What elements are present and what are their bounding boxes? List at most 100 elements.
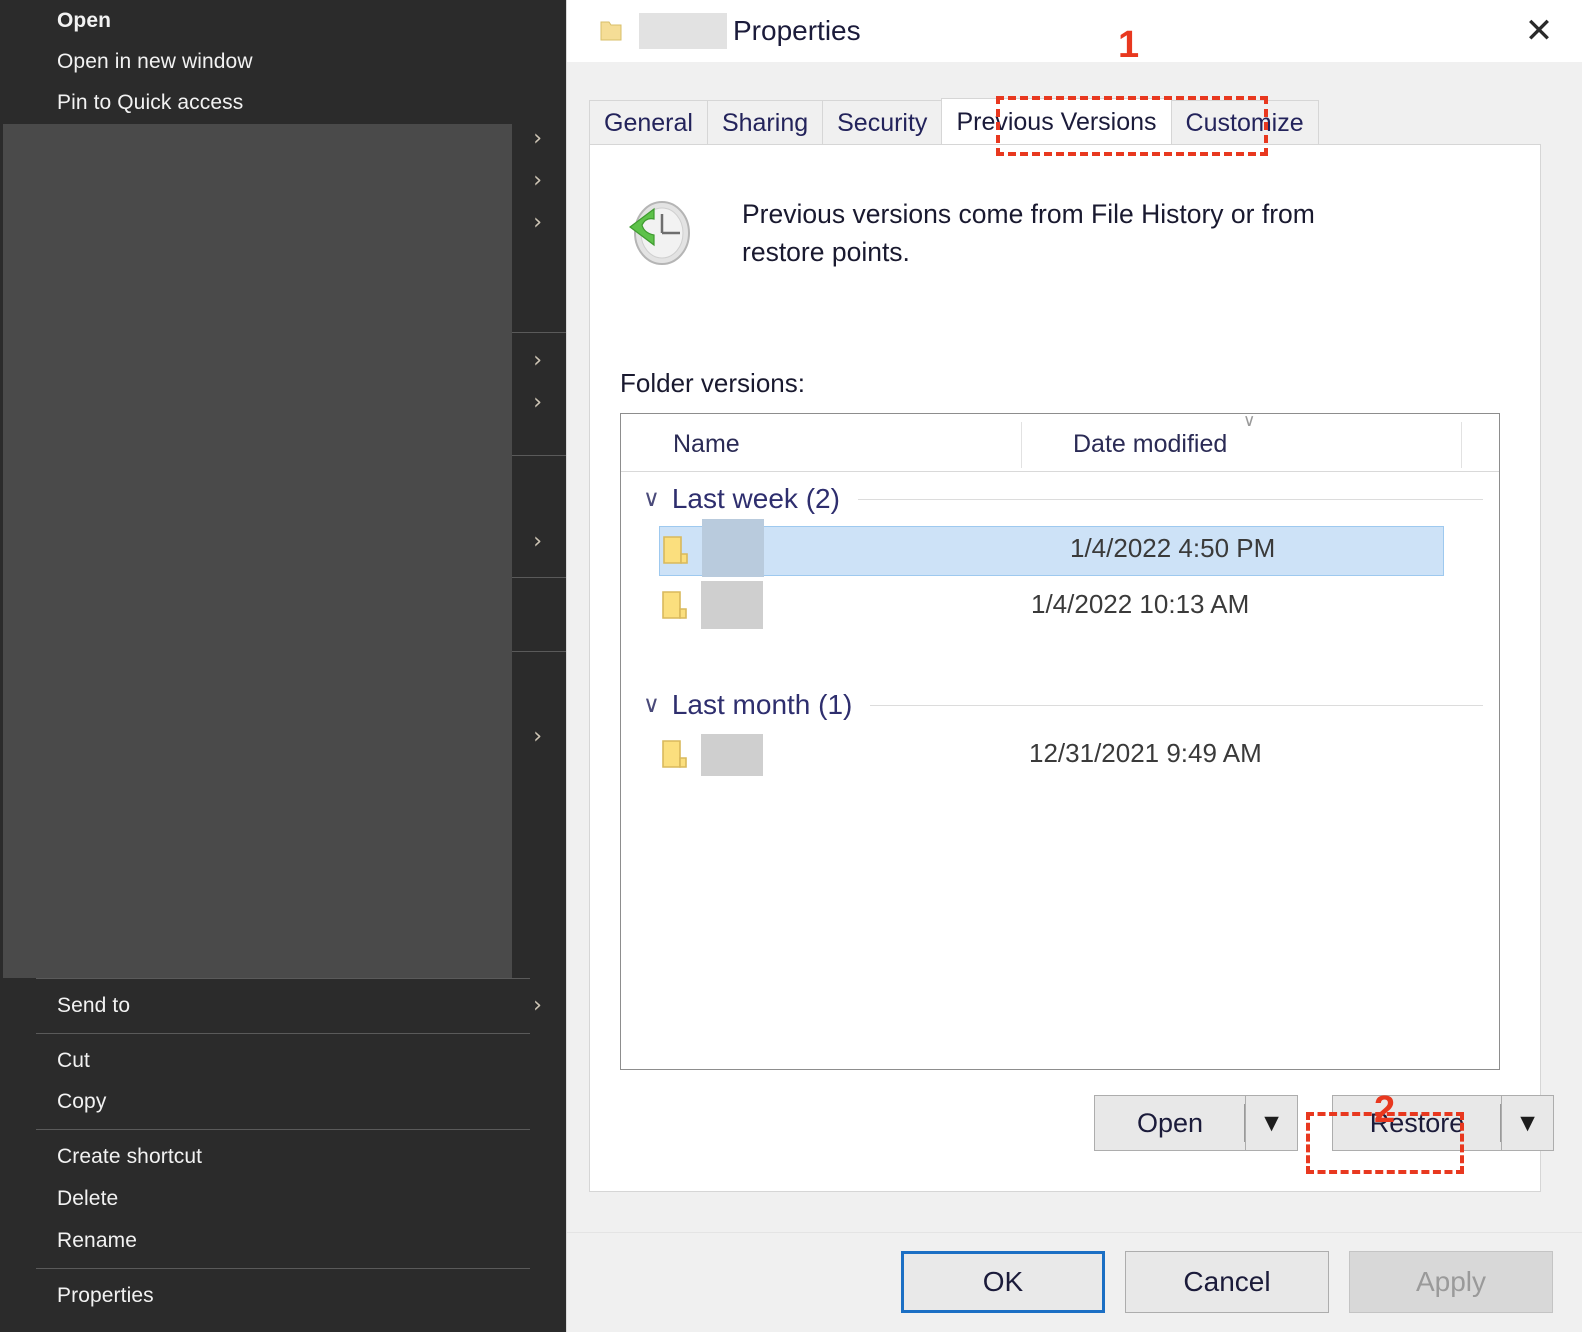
context-menu-item-label: Copy (57, 1090, 107, 1113)
info-description: Previous versions come from File History… (742, 199, 1315, 268)
context-menu-item-create-shortcut[interactable]: Create shortcut (0, 1136, 566, 1178)
chevron-right-icon[interactable]: › (533, 170, 542, 192)
context-menu-item-label: Open (57, 9, 112, 32)
group-rule (857, 498, 1483, 500)
chevron-right-icon[interactable]: › (533, 726, 542, 748)
context-menu-item-label: Open in new window (57, 50, 253, 73)
dialog-titlebar: Properties ✕ (567, 0, 1582, 62)
context-menu-item-delete[interactable]: Delete (0, 1178, 566, 1220)
context-menu-item-label: Create shortcut (57, 1145, 203, 1168)
context-menu-item-open-in-new-window[interactable]: Open in new window (0, 41, 566, 83)
listview-group-header[interactable]: ∨ Last week (2) (621, 472, 1501, 526)
listview-row[interactable]: 1/4/2022 10:13 AM (621, 581, 1501, 634)
tab-label: General (604, 108, 693, 137)
menu-separator (36, 1033, 530, 1034)
chevron-down-icon: ∨ (643, 691, 660, 718)
tab-label: Sharing (721, 108, 809, 137)
folder-icon (598, 18, 624, 44)
menu-separator (36, 1268, 530, 1269)
column-divider[interactable] (1021, 422, 1022, 468)
apply-button: Apply (1349, 1251, 1553, 1313)
listview-row[interactable]: 1/4/2022 4:50 PM (659, 519, 1444, 577)
context-menu-item-cut[interactable]: Cut (0, 1040, 566, 1082)
context-menu-item-open[interactable]: Open (0, 0, 566, 42)
restore-dropdown-arrow-icon[interactable]: ▼ (1502, 1095, 1554, 1151)
context-menu-item-pin-to-quick-access[interactable]: Pin to Quick access (0, 82, 566, 124)
context-menu-item-rename[interactable]: Rename (0, 1220, 566, 1262)
annotation-marker-1: 1 (1118, 24, 1140, 66)
dialog-body: General Sharing Security Previous Versio… (567, 62, 1582, 1232)
context-menu-item-properties[interactable]: Properties (0, 1275, 566, 1317)
version-date-modified: 1/4/2022 10:13 AM (1031, 589, 1250, 619)
split-divider (1244, 1104, 1245, 1142)
tab-general[interactable]: General (589, 100, 708, 145)
context-menu-item-label: Delete (57, 1187, 119, 1210)
redacted-folder-name (639, 13, 727, 49)
menu-separator (512, 332, 566, 333)
chevron-right-icon[interactable]: › (533, 350, 542, 372)
split-divider (1500, 1104, 1501, 1142)
menu-separator (512, 455, 566, 456)
cancel-button-label: Cancel (1183, 1266, 1271, 1297)
chevron-right-icon[interactable]: › (533, 531, 542, 553)
chevron-right-icon[interactable]: › (533, 128, 542, 150)
listview-header: Name Date modified ∨ (621, 411, 1499, 472)
folder-versions-label: Folder versions: (620, 368, 805, 398)
context-menu-item-label: Pin to Quick access (57, 91, 244, 114)
sort-descending-icon: ∨ (1243, 411, 1256, 431)
listview-row[interactable]: 12/31/2021 9:49 AM (621, 732, 1501, 782)
open-button[interactable]: Open (1094, 1095, 1246, 1151)
chevron-right-icon: › (533, 993, 542, 1018)
context-menu-item-label: Properties (57, 1284, 154, 1307)
column-header-date-modified[interactable]: Date modified (1073, 430, 1227, 459)
ok-button-label: OK (982, 1266, 1024, 1297)
version-date-modified: 12/31/2021 9:49 AM (1029, 738, 1262, 768)
context-menu-item-send-to[interactable]: Send to › (0, 985, 566, 1027)
dialog-footer: OK Cancel Apply (567, 1232, 1582, 1332)
context-menu-item-label: Rename (57, 1229, 137, 1252)
folder-icon (662, 534, 692, 566)
redacted-version-name (702, 519, 764, 577)
file-explorer-context-menu: Open Open in new window Pin to Quick acc… (0, 0, 566, 1332)
menu-separator (512, 577, 566, 578)
chevron-down-icon: ∨ (643, 485, 660, 512)
apply-button-label: Apply (1415, 1266, 1487, 1297)
folder-versions-listview[interactable]: Name Date modified ∨ ∨ Last week (2) 1/4… (620, 413, 1500, 1070)
open-split-button[interactable]: Open ▼ (1094, 1095, 1298, 1151)
folder-icon (661, 589, 691, 621)
tab-sharing[interactable]: Sharing (706, 100, 824, 145)
dialog-title: Properties (733, 15, 861, 46)
tab-security[interactable]: Security (822, 100, 943, 145)
listview-group-label: Last week (2) (671, 483, 840, 514)
chevron-right-icon[interactable]: › (533, 392, 542, 414)
folder-icon (661, 738, 691, 770)
ok-button[interactable]: OK (901, 1251, 1105, 1313)
group-rule (870, 704, 1483, 706)
screenshot-root: Open Open in new window Pin to Quick acc… (0, 0, 1582, 1332)
context-menu-item-label: Send to (57, 994, 131, 1017)
column-header-name[interactable]: Name (673, 430, 740, 459)
close-icon[interactable]: ✕ (1496, 0, 1582, 62)
context-menu-item-copy[interactable]: Copy (0, 1081, 566, 1123)
context-menu-item-label: Cut (57, 1049, 90, 1072)
annotation-box-previous-versions-tab (996, 96, 1268, 156)
listview-group-header[interactable]: ∨ Last month (1) (621, 678, 1501, 732)
listview-group-label: Last month (1) (671, 689, 853, 720)
cancel-button[interactable]: Cancel (1125, 1251, 1329, 1313)
menu-separator (512, 651, 566, 652)
redacted-version-name (701, 734, 763, 776)
redacted-menu-region (3, 124, 512, 978)
annotation-marker-2: 2 (1374, 1089, 1396, 1131)
open-dropdown-arrow-icon[interactable]: ▼ (1246, 1095, 1298, 1151)
version-date-modified: 1/4/2022 4:50 PM (1070, 533, 1276, 563)
column-divider[interactable] (1461, 422, 1462, 468)
open-button-label: Open (1136, 1107, 1204, 1138)
menu-separator (36, 978, 530, 979)
chevron-right-icon[interactable]: › (533, 212, 542, 234)
tab-label: Security (837, 108, 928, 137)
redacted-version-name (701, 581, 763, 629)
menu-separator (36, 1129, 530, 1130)
info-row: Previous versions come from File History… (620, 195, 1382, 275)
restore-clock-icon (620, 195, 696, 275)
previous-versions-panel: Previous versions come from File History… (589, 144, 1554, 1192)
